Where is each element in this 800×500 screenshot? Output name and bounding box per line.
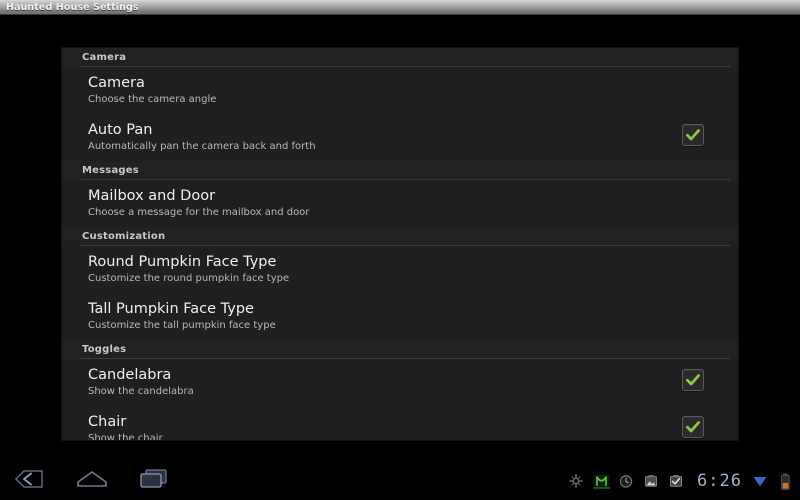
check-icon [686, 374, 700, 386]
device-screen: Camera Camera Choose the camera angle Auto … [0, 16, 800, 500]
preference-title: Mailbox and Door [88, 188, 216, 204]
preference-title: Auto Pan [88, 122, 153, 138]
back-button[interactable] [8, 464, 52, 498]
preference-text: Round Pumpkin Face Type Customize the rou… [88, 253, 720, 285]
recents-icon [138, 467, 170, 495]
preference-row[interactable]: Auto Pan Automatically pan the camera bac… [62, 114, 738, 161]
preference-text: Tall Pumpkin Face Type Customize the tall… [88, 300, 720, 332]
check-icon [686, 421, 700, 433]
preference-summary: Customize the tall pumpkin face type [88, 320, 276, 331]
preference-summary: Choose a message for the mailbox and doo… [88, 207, 310, 218]
wifi-icon[interactable] [751, 472, 769, 490]
window-title-bar: Haunted House Settings [0, 0, 800, 15]
preference-row[interactable]: Round Pumpkin Face Type Customize the rou… [62, 246, 738, 293]
preference-row[interactable]: Mailbox and Door Choose a message for the… [62, 180, 738, 227]
window-title: Haunted House Settings [6, 2, 139, 13]
alarm-icon [617, 472, 635, 490]
checkbox-wrapper[interactable] [682, 369, 708, 395]
battery-icon[interactable] [776, 472, 794, 490]
home-button[interactable] [70, 464, 114, 498]
preference-summary: Show the candelabra [88, 386, 194, 397]
status-icons[interactable]: 6:26 [567, 462, 794, 500]
section-header: Camera [62, 48, 738, 67]
preference-title: Candelabra [88, 367, 172, 383]
section-header-label: Camera [82, 52, 127, 63]
preference-text: Candelabra Show the candelabra [88, 366, 682, 398]
preference-summary: Automatically pan the camera back and fo… [88, 141, 316, 152]
system-bar: 6:26 [0, 462, 800, 500]
tasks-icon [667, 472, 685, 490]
preference-text: Mailbox and Door Choose a message for the… [88, 187, 720, 219]
home-icon [75, 469, 109, 493]
preference-text: Auto Pan Automatically pan the camera bac… [88, 121, 682, 153]
status-clock[interactable]: 6:26 [692, 472, 744, 490]
preference-list: Camera Camera Choose the camera angle Auto … [62, 48, 738, 440]
preference-summary: Show the chair [88, 433, 163, 440]
checkbox-wrapper[interactable] [682, 416, 708, 440]
preference-text: Chair Show the chair [88, 413, 682, 440]
settings-panel: Camera Camera Choose the camera angle Auto … [62, 48, 738, 440]
preference-row[interactable]: Tall Pumpkin Face Type Customize the tall… [62, 293, 738, 340]
recents-button[interactable] [132, 464, 176, 498]
section-header-label: Toggles [82, 344, 127, 355]
preference-row[interactable]: Camera Choose the camera angle [62, 67, 738, 114]
downloads-icon [642, 472, 660, 490]
section-header: Customization [62, 227, 738, 246]
section-header: Toggles [62, 340, 738, 359]
preference-checkbox[interactable] [682, 416, 704, 438]
checkbox-wrapper[interactable] [682, 124, 708, 150]
check-icon [686, 129, 700, 141]
section-header: Messages [62, 161, 738, 180]
preference-title: Chair [88, 414, 127, 430]
preference-title: Camera [88, 75, 145, 91]
section-header-label: Messages [82, 165, 139, 176]
preference-summary: Customize the round pumpkin face type [88, 273, 290, 284]
preference-title: Round Pumpkin Face Type [88, 254, 277, 270]
preference-title: Tall Pumpkin Face Type [88, 301, 254, 317]
section-header-label: Customization [82, 231, 166, 242]
navigation-buttons [8, 462, 176, 500]
sync-icon [592, 472, 610, 490]
preference-row[interactable]: Candelabra Show the candelabra [62, 359, 738, 406]
preference-text: Camera Choose the camera angle [88, 74, 720, 106]
back-icon [14, 469, 46, 493]
usb-debug-icon [567, 472, 585, 490]
preference-checkbox[interactable] [682, 369, 704, 391]
preference-checkbox[interactable] [682, 124, 704, 146]
preference-row[interactable]: Chair Show the chair [62, 406, 738, 440]
preference-summary: Choose the camera angle [88, 94, 217, 105]
